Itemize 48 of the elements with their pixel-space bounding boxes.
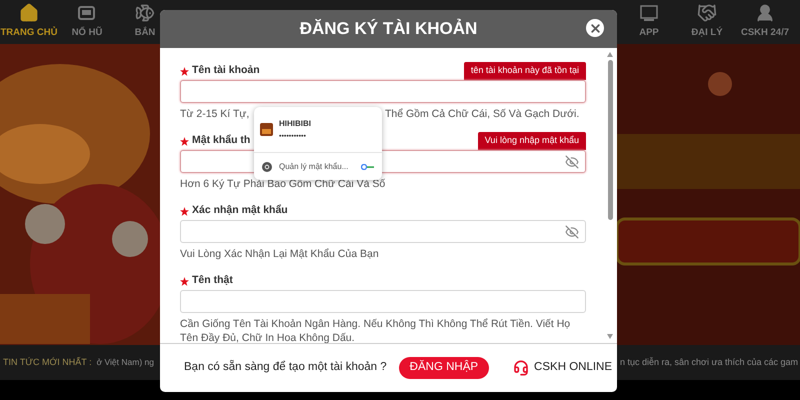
- account-name: HIHIBIBI: [279, 118, 311, 130]
- field-label: Xác nhận mật khẩu: [192, 203, 288, 218]
- scrollbar[interactable]: [606, 52, 614, 339]
- dialog-title: ĐĂNG KÝ TÀI KHOẢN: [300, 18, 478, 40]
- required-star-icon: [180, 66, 189, 76]
- handshake-icon: [697, 3, 717, 24]
- key-icon: [361, 164, 374, 170]
- browser-logo-icon: [262, 162, 272, 172]
- nav-item[interactable]: ĐẠI LÝ: [678, 0, 736, 44]
- field-hint: Vui Lòng Xác Nhận Lại Mật Khẩu Của Bạn: [180, 247, 379, 261]
- nav-item[interactable]: NỔ HŨ: [58, 0, 116, 44]
- login-button[interactable]: ĐĂNG NHẬP: [398, 357, 490, 379]
- home-icon: [19, 3, 39, 24]
- ticker-text: ở Việt Nam) ng: [96, 356, 154, 369]
- ticker-title: TIN TỨC MỚI NHẤT :: [3, 356, 92, 369]
- footer-prompt: Bạn có sẵn sàng để tạo một tài khoản ?: [184, 359, 387, 376]
- support-link[interactable]: CSKH ONLINE: [513, 359, 612, 377]
- app-logo-icon: [260, 123, 273, 136]
- field-label: Tên tài khoản: [192, 63, 260, 78]
- manage-passwords-item[interactable]: Quản lý mật khẩu...: [254, 153, 382, 180]
- manage-passwords-label: Quản lý mật khẩu...: [279, 160, 348, 172]
- field-hint: Từ 2-15 Kí Tự,: [180, 107, 250, 121]
- input-field[interactable]: [180, 220, 586, 243]
- required-star-icon: [180, 276, 189, 286]
- hide-password-icon[interactable]: [565, 154, 579, 168]
- error-tag: Vui lòng nhập mật khẩu: [478, 132, 586, 150]
- input-field[interactable]: [180, 290, 586, 313]
- required-star-icon: [180, 136, 189, 146]
- nav-item[interactable]: CSKH 24/7: [736, 0, 794, 44]
- close-icon: [588, 22, 602, 34]
- scroll-up-icon[interactable]: [607, 52, 613, 57]
- field-hint: Cần Giống Tên Tài Khoản Ngân Hàng. Nếu Không Thì Không Thể Rút Tiền. Viết Họ Tên Đầy Đủ, Chữ In Hoa Không Dấu.: [180, 317, 572, 343]
- headset-icon: [513, 360, 530, 376]
- input-field[interactable]: [180, 80, 586, 103]
- nav-item[interactable]: BẮN: [116, 0, 174, 44]
- nav-item[interactable]: APP: [620, 0, 678, 44]
- error-tag: tên tài khoản này đã tồn tại: [464, 62, 586, 80]
- hide-password-icon[interactable]: [565, 224, 579, 238]
- field-label: Mật khẩu th: [192, 133, 250, 148]
- field-hint: Thể Gồm Cả Chữ Cái, Số Và Gạch Dưới.: [385, 107, 580, 121]
- person-icon: [755, 3, 775, 24]
- fish-icon: [135, 3, 155, 24]
- close-button[interactable]: [586, 19, 604, 37]
- field-label: Tên thật: [192, 273, 233, 288]
- required-star-icon: [180, 206, 189, 216]
- ticker-text: n tục diễn ra, sân chơi ưa thích của các gam: [620, 356, 798, 369]
- nav-item[interactable]: TRANG CHỦ: [0, 0, 58, 44]
- scroll-down-icon[interactable]: [607, 334, 613, 339]
